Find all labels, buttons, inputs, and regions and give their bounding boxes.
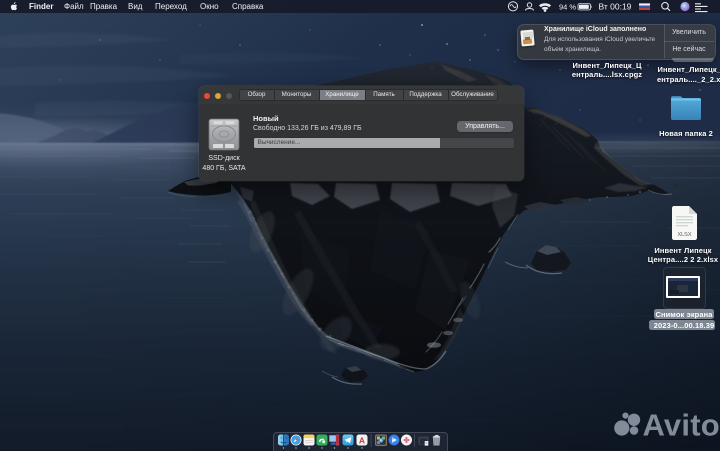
svg-text:Avito: Avito — [643, 408, 720, 441]
svg-text:Вт 00:19: Вт 00:19 — [599, 2, 632, 12]
svg-text:XLSX: XLSX — [677, 232, 691, 238]
svg-text:A: A — [359, 436, 365, 446]
svg-text:94 %: 94 % — [559, 2, 576, 11]
